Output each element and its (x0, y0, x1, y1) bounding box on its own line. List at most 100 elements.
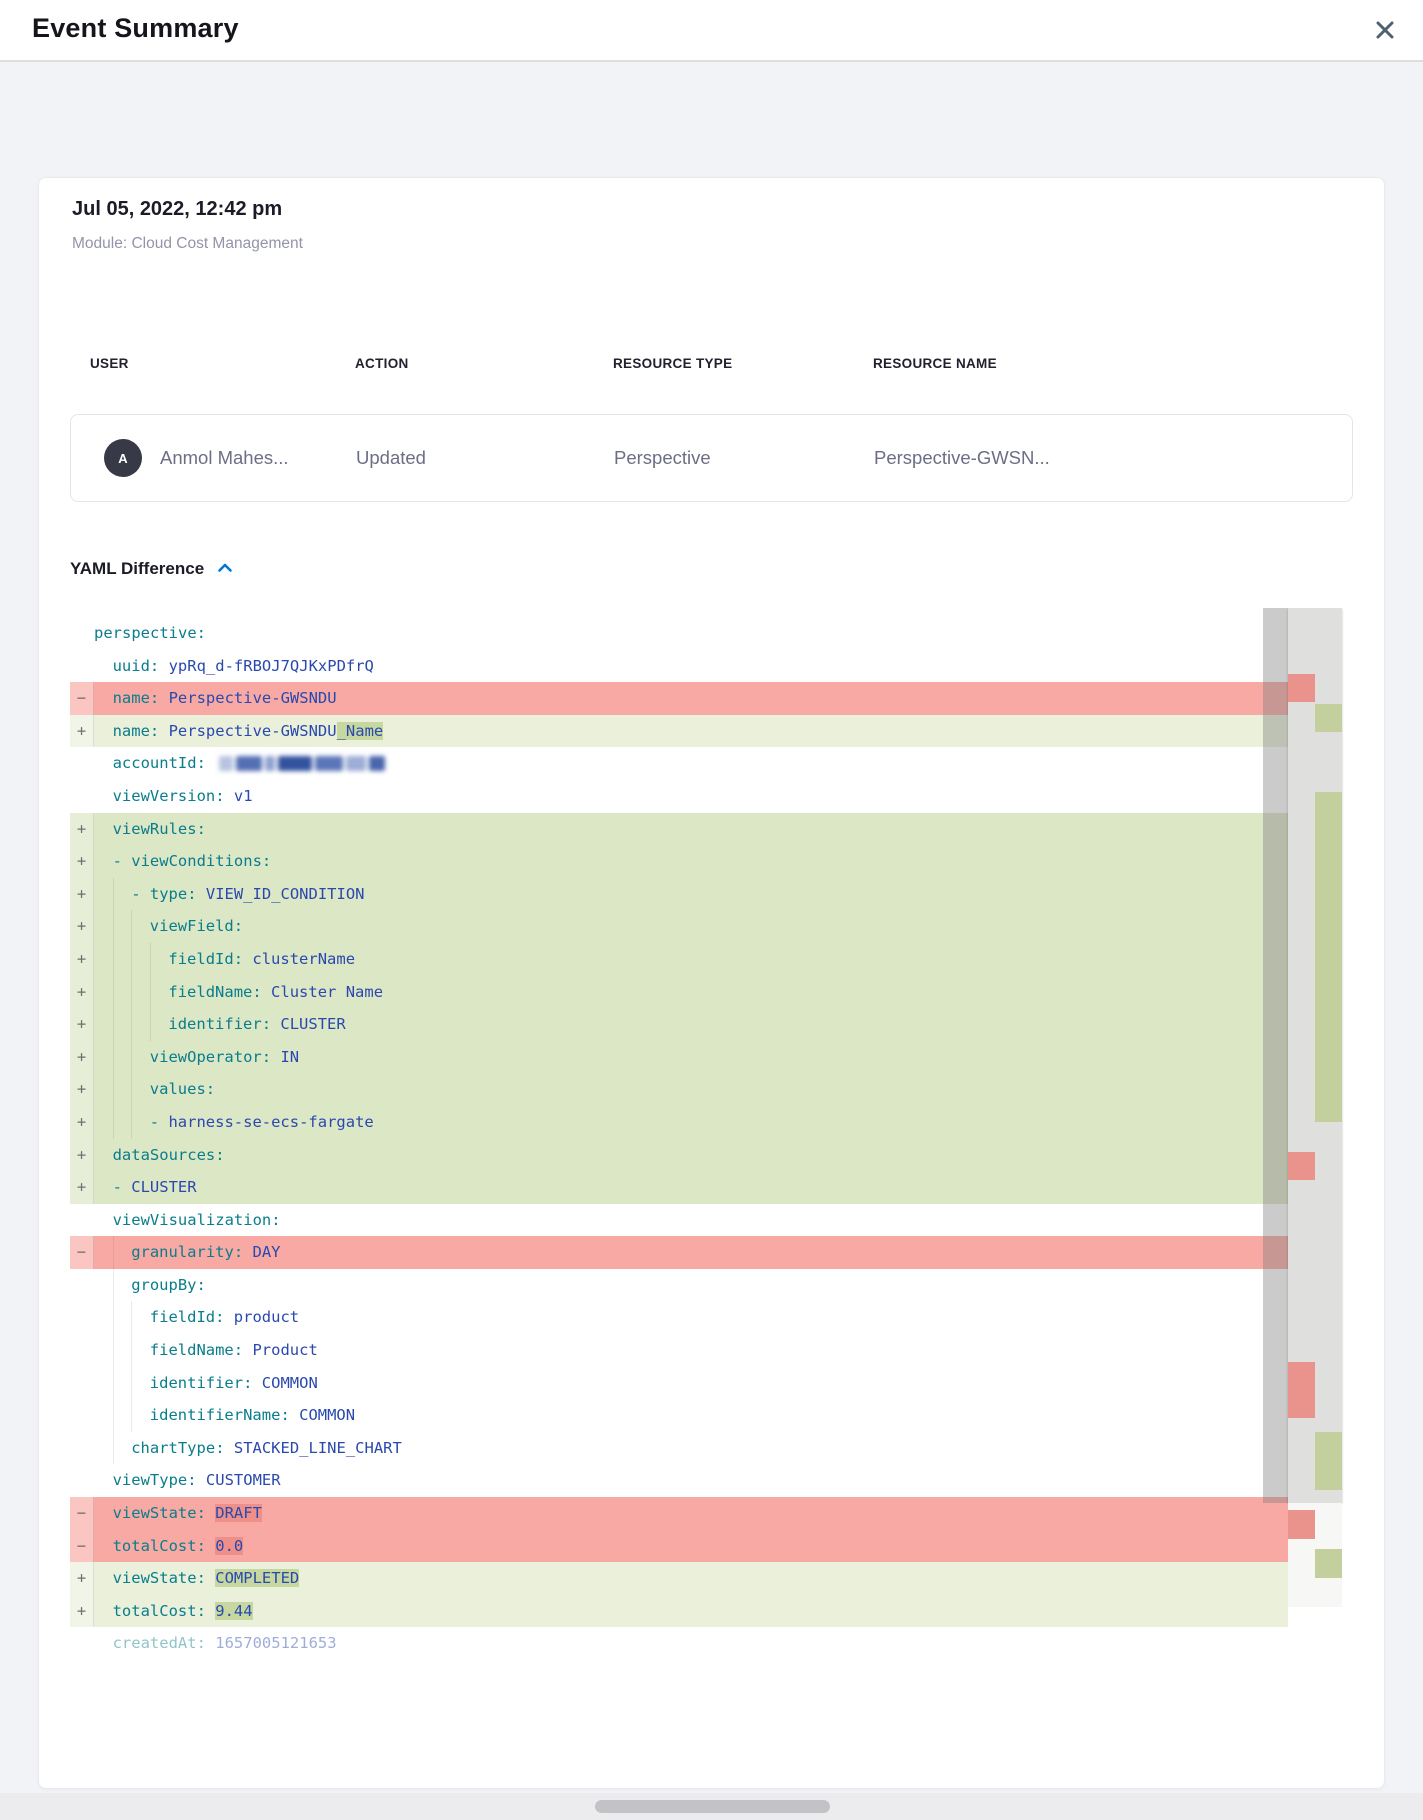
yaml-colon: : (197, 1504, 216, 1522)
indent-guide (94, 1432, 113, 1465)
yaml-value: VIEW_ID_CONDITION (206, 885, 365, 903)
gutter (70, 747, 94, 780)
diff-line: +viewOperator: IN (70, 1041, 1288, 1074)
indent-guide (113, 910, 132, 943)
diff-lines: perspective: uuid: ypRq_d-fRBOJ7QJKxPDfr… (70, 617, 1288, 1654)
added-marker: + (70, 1171, 94, 1204)
indent-guide (94, 1073, 113, 1106)
yaml-value: CLUSTER (131, 1178, 196, 1196)
removed-marker: − (70, 1236, 94, 1269)
chevron-up-icon (217, 560, 233, 578)
diff-line: chartType: STACKED_LINE_CHART (70, 1432, 1288, 1465)
yaml-value: ypRq_d-fRBOJ7QJKxPDfrQ (169, 657, 374, 675)
diff-line: viewVersion: v1 (70, 780, 1288, 813)
indent-guide (94, 976, 113, 1009)
list-dash: - (150, 1113, 169, 1131)
indent-guide (94, 1008, 113, 1041)
diff-line: +totalCost: 9.44 (70, 1595, 1288, 1628)
horizontal-scrollbar-thumb[interactable] (595, 1800, 830, 1813)
yaml-colon: : (215, 1439, 234, 1457)
yaml-key: dataSources (113, 1146, 216, 1164)
yaml-colon: : (234, 917, 243, 935)
yaml-diff-viewer[interactable]: perspective: uuid: ypRq_d-fRBOJ7QJKxPDfr… (70, 608, 1353, 1654)
event-module: Module: Cloud Cost Management (72, 235, 303, 253)
yaml-key: granularity (131, 1243, 234, 1261)
added-marker: + (70, 1106, 94, 1139)
diff-line: +viewRules: (70, 813, 1288, 846)
diff-line: createdAt: 1657005121653 (70, 1627, 1288, 1654)
yaml-key: name (113, 689, 150, 707)
indent-guide (150, 943, 169, 976)
added-marker: + (70, 1595, 94, 1628)
yaml-key: viewVersion (113, 787, 216, 805)
indent-guide (113, 1432, 132, 1465)
yaml-value: Product (252, 1341, 317, 1359)
gutter (70, 1301, 94, 1334)
indent-guide (94, 1464, 113, 1497)
yaml-key: identifierName (150, 1406, 281, 1424)
yaml-colon: : (215, 1308, 234, 1326)
indent-guide (94, 910, 113, 943)
yaml-colon: : (197, 1276, 206, 1294)
yaml-colon: : (234, 1341, 253, 1359)
gutter (70, 1399, 94, 1432)
page-title: Event Summary (32, 13, 239, 44)
yaml-value: IN (280, 1048, 299, 1066)
yaml-difference-toggle[interactable]: YAML Difference (70, 559, 233, 579)
modal-body: Jul 05, 2022, 12:42 pm Module: Cloud Cos… (0, 62, 1423, 1820)
indent-guide (131, 1073, 150, 1106)
yaml-value: 1657005121653 (215, 1634, 336, 1652)
yaml-colon: : (243, 1374, 262, 1392)
diff-scrollbar-thumb[interactable] (1263, 608, 1288, 1503)
ruler-added-mark (1315, 1549, 1342, 1578)
event-timestamp: Jul 05, 2022, 12:42 pm (72, 198, 282, 221)
indent-guide (94, 1334, 113, 1367)
diff-line: +- viewConditions: (70, 845, 1288, 878)
indent-guide (94, 1301, 113, 1334)
added-marker: + (70, 845, 94, 878)
diff-line: +name: Perspective-GWSNDU_Name (70, 715, 1288, 748)
indent-guide (94, 1236, 113, 1269)
indent-guide (131, 1106, 150, 1139)
indent-guide (113, 976, 132, 1009)
close-button[interactable] (1371, 18, 1399, 46)
yaml-colon: : (262, 1015, 281, 1033)
ruler-removed-mark (1288, 1510, 1315, 1539)
column-header: RESOURCE NAME (853, 356, 1353, 371)
yaml-value: STACKED_LINE_CHART (234, 1439, 402, 1457)
indent-guide (131, 1334, 150, 1367)
indent-guide (131, 1301, 150, 1334)
indent-guide (94, 1171, 113, 1204)
indent-guide (94, 650, 113, 683)
indent-guide (94, 1367, 113, 1400)
diff-line: +values: (70, 1073, 1288, 1106)
yaml-key: viewState (113, 1504, 197, 1522)
yaml-colon: : (187, 1471, 206, 1489)
diff-line: −totalCost: 0.0 (70, 1530, 1288, 1563)
avatar: A (104, 439, 142, 477)
indent-guide (94, 1041, 113, 1074)
yaml-value: v1 (234, 787, 253, 805)
yaml-key: type (150, 885, 187, 903)
yaml-key: viewType (113, 1471, 188, 1489)
yaml-value: CLUSTER (280, 1015, 345, 1033)
yaml-colon: : (262, 1048, 281, 1066)
yaml-value-changed: DRAFT (215, 1504, 262, 1522)
indent-guide (94, 1595, 113, 1628)
diff-line: +- CLUSTER (70, 1171, 1288, 1204)
indent-guide (94, 1497, 113, 1530)
yaml-colon: : (150, 689, 169, 707)
audit-table-row[interactable]: A Anmol Mahes... Updated Perspective Per… (70, 414, 1353, 502)
diff-line: +dataSources: (70, 1139, 1288, 1172)
diff-ruler-marks (1288, 608, 1342, 1654)
indent-guide (113, 1008, 132, 1041)
yaml-key: groupBy (131, 1276, 196, 1294)
yaml-colon: : (215, 1146, 224, 1164)
diff-line: +identifier: CLUSTER (70, 1008, 1288, 1041)
diff-line: fieldId: product (70, 1301, 1288, 1334)
yaml-value: Perspective-GWSNDU (169, 689, 337, 707)
yaml-value: Cluster Name (271, 983, 383, 1001)
column-header: ACTION (335, 356, 593, 371)
modal-header: Event Summary (0, 0, 1423, 62)
indent-guide (94, 715, 113, 748)
